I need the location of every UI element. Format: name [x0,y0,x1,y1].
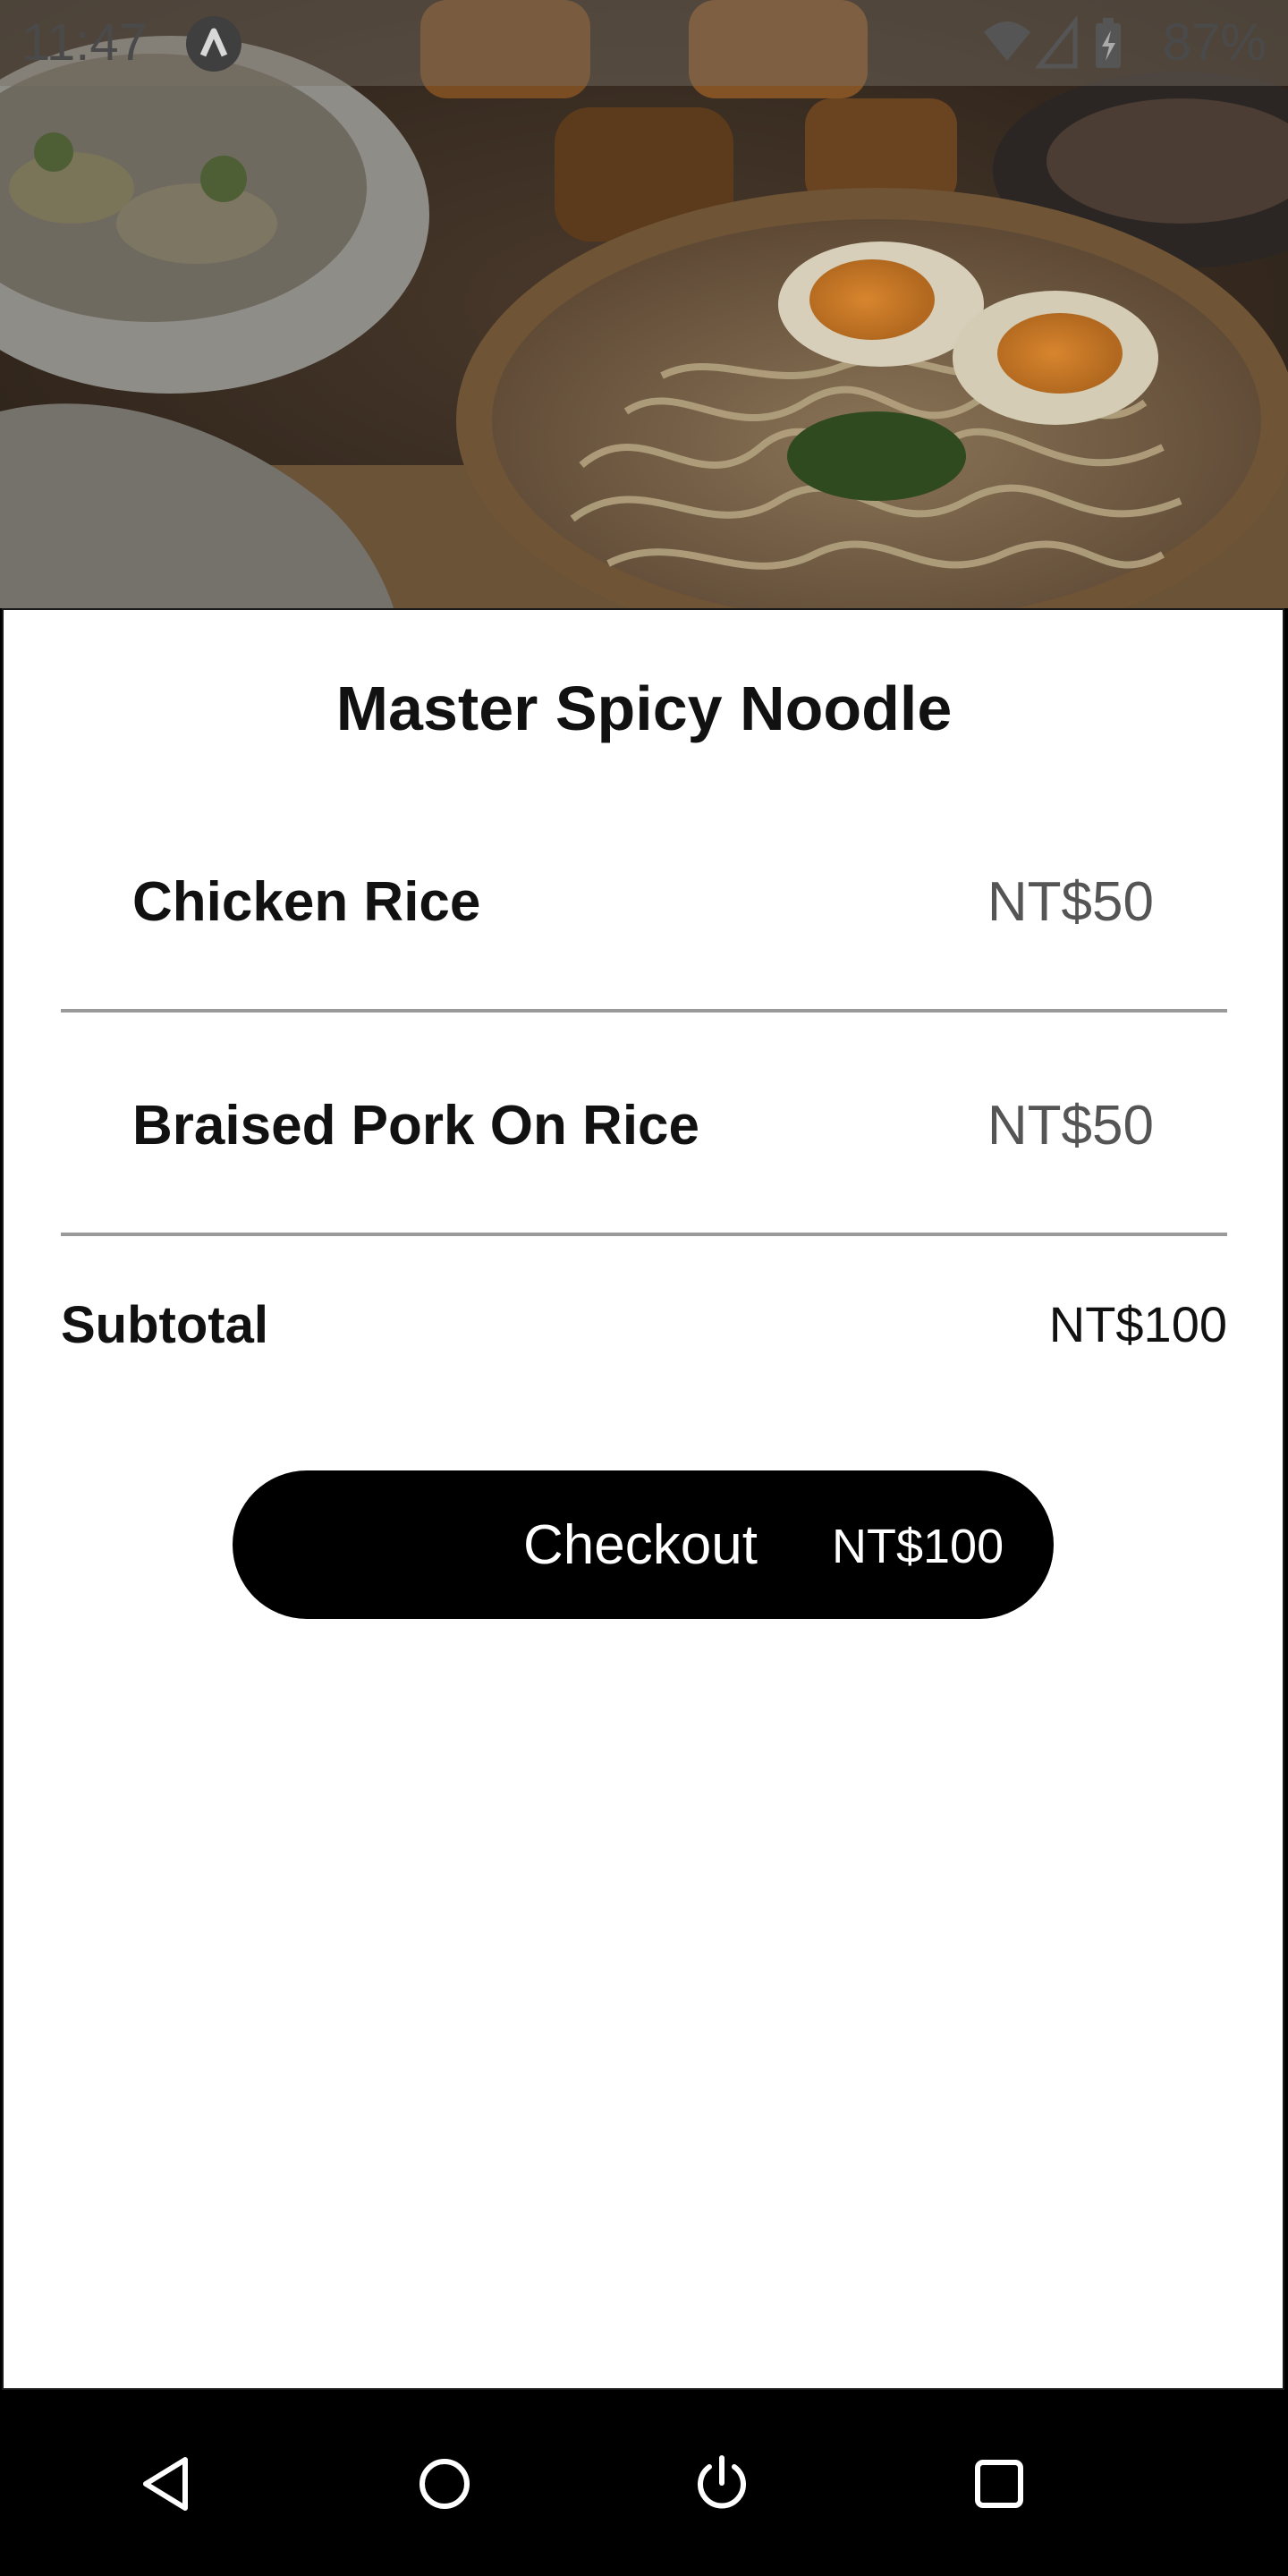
cart-item-price: NT$50 [987,871,1154,933]
subtotal-label: Subtotal [61,1296,268,1354]
checkout-label: Checkout [523,1514,758,1576]
cart-item[interactable]: Braised Pork On Rice NT$50 [61,1014,1225,1238]
app-notification-icon [186,16,242,72]
status-time: 11:47 [21,13,148,72]
checkout-button[interactable]: Checkout NT$100 [233,1470,1054,1619]
navigation-bar [0,2390,1288,2576]
subtotal-value: NT$100 [1048,1296,1227,1352]
hero-food-image [0,0,1288,608]
recents-icon[interactable] [959,2444,1039,2524]
divider [61,1009,1227,1013]
back-icon[interactable] [128,2444,208,2524]
checkout-total: NT$100 [832,1520,1004,1573]
home-icon[interactable] [404,2444,485,2524]
cart-item[interactable]: Chicken Rice NT$50 [61,791,1225,1014]
battery-charging-icon [1093,18,1123,74]
signal-icon [1034,14,1079,74]
cart-item-name: Chicken Rice [132,871,481,933]
cart-item-price: NT$50 [987,1095,1154,1157]
battery-percentage: 87% [1162,13,1267,72]
power-icon[interactable] [682,2444,762,2524]
wifi-icon [980,14,1034,72]
status-bar: 11:47 87% [0,0,1288,86]
cart-item-name: Braised Pork On Rice [132,1095,700,1157]
restaurant-title: Master Spicy Noodle [335,674,953,743]
divider [61,1233,1227,1236]
